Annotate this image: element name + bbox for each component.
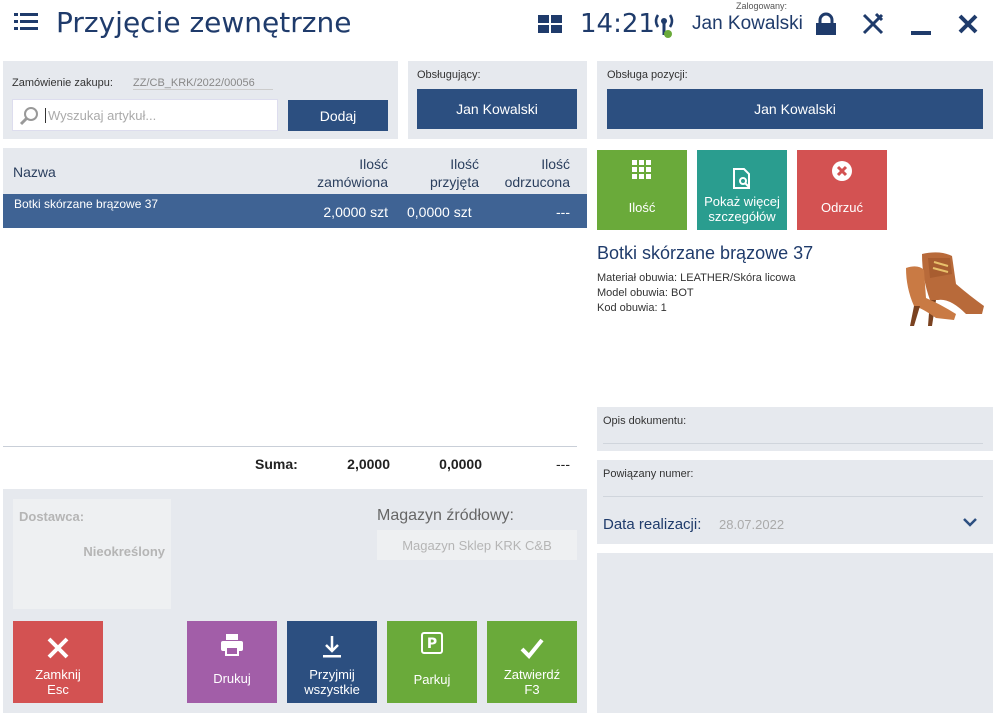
- quantity-label: Ilość: [628, 199, 656, 215]
- confirm-button[interactable]: Zatwierdź F3: [487, 621, 577, 703]
- handler-label: Obsługujący:: [417, 69, 481, 81]
- logged-user: Jan Kowalski: [692, 13, 803, 34]
- sum-divider: [3, 446, 577, 447]
- col-rejected-header[interactable]: Ilość odrzucona: [486, 155, 570, 191]
- search-input[interactable]: Wyszukaj artykuł...: [12, 99, 278, 131]
- doc-description-field[interactable]: Opis dokumentu:: [597, 407, 993, 451]
- row-rejected: ---: [556, 204, 570, 220]
- order-label: Zamówienie zakupu:: [12, 77, 113, 89]
- reject-label: Odrzuć: [821, 199, 863, 215]
- logged-label: Zalogowany:: [736, 1, 788, 11]
- add-button[interactable]: Dodaj: [288, 100, 388, 131]
- col-received-header[interactable]: Ilość przyjęta: [395, 155, 479, 191]
- accept-all-label1: Przyjmij: [309, 667, 355, 682]
- product-name: Botki skórzane brązowe 37: [597, 243, 814, 263]
- details-label1: Pokaż więcej: [704, 194, 780, 209]
- keypad-icon: [632, 159, 651, 179]
- realization-date-value[interactable]: 28.07.2022: [719, 517, 784, 532]
- park-label: Parkuj: [413, 671, 451, 687]
- source-warehouse-field[interactable]: Magazyn Sklep KRK C&B: [377, 530, 577, 560]
- park-button[interactable]: P Parkuj: [387, 621, 477, 703]
- col-received-line2: przyjęta: [429, 174, 479, 190]
- confirm-label: Zatwierdź: [503, 667, 561, 682]
- close-label: Zamknij: [35, 667, 81, 682]
- col-rejected-line1: Ilość: [541, 156, 570, 172]
- details-label2: szczegółów: [708, 209, 776, 224]
- download-icon: [323, 636, 341, 658]
- source-warehouse-label: Magazyn źródłowy:: [377, 507, 514, 524]
- print-button[interactable]: Drukuj: [187, 621, 277, 703]
- reject-icon: [832, 160, 852, 181]
- row-ordered: 2,0000 szt: [323, 204, 388, 220]
- parking-icon: P: [421, 631, 443, 654]
- printer-icon: [221, 633, 243, 656]
- sum-label: Suma:: [255, 456, 298, 472]
- x-icon: [47, 637, 69, 659]
- tools-icon[interactable]: [861, 12, 887, 38]
- sum-ordered: 2,0000: [347, 456, 390, 472]
- show-details-button[interactable]: Pokaż więcej szczegółów: [697, 150, 787, 230]
- supplier-box[interactable]: Dostawca: Nieokreślony: [13, 499, 171, 609]
- close-key: Esc: [47, 682, 69, 697]
- product-attr-model: Model obuwia: BOT: [597, 287, 694, 299]
- col-rejected-line2: odrzucona: [504, 174, 570, 190]
- empty-panel: [597, 553, 993, 713]
- handler-button[interactable]: Jan Kowalski: [417, 89, 577, 129]
- signal-icon: [652, 11, 676, 39]
- related-number-label: Powiązany numer:: [603, 468, 694, 480]
- position-handler-button[interactable]: Jan Kowalski: [607, 89, 983, 129]
- print-label: Drukuj: [213, 670, 251, 686]
- sum-rejected: ---: [556, 456, 570, 472]
- doc-description-line: [603, 443, 983, 444]
- lock-icon[interactable]: [814, 12, 840, 38]
- col-name-header[interactable]: Nazwa: [13, 164, 56, 180]
- menu-icon[interactable]: [14, 12, 38, 32]
- table-row[interactable]: Botki skórzane brązowe 37 2,0000 szt 0,0…: [3, 194, 587, 228]
- reject-button[interactable]: Odrzuć: [797, 150, 887, 230]
- confirm-key: F3: [524, 682, 540, 697]
- col-ordered-line2: zamówiona: [317, 174, 388, 190]
- search-placeholder: Wyszukaj artykuł...: [45, 108, 156, 123]
- product-attr-material: Materiał obuwia: LEATHER/Skóra licowa: [597, 272, 796, 284]
- grid-icon[interactable]: [538, 15, 562, 33]
- supplier-value: Nieokreślony: [83, 544, 165, 559]
- doc-description-label: Opis dokumentu:: [603, 415, 687, 427]
- product-attributes: Materiał obuwia: LEATHER/Skóra licowa Mo…: [597, 271, 795, 316]
- order-number: ZZ/CB_KRK/2022/00056: [133, 77, 273, 90]
- col-ordered-header[interactable]: Ilość zamówiona: [300, 155, 388, 191]
- product-attr-code: Kod obuwia: 1: [597, 302, 667, 314]
- chevron-down-icon[interactable]: [961, 515, 979, 529]
- supplier-label: Dostawca:: [19, 509, 85, 524]
- svg-text:P: P: [427, 636, 437, 652]
- col-received-line1: Ilość: [450, 156, 479, 172]
- quantity-button[interactable]: Ilość: [597, 150, 687, 230]
- accept-all-button[interactable]: Przyjmij wszystkie: [287, 621, 377, 703]
- realization-date-label: Data realizacji:: [603, 516, 702, 533]
- col-ordered-line1: Ilość: [359, 156, 388, 172]
- row-received: 0,0000 szt: [407, 204, 472, 220]
- close-button[interactable]: Zamknij Esc: [13, 621, 103, 703]
- related-number-line: [603, 496, 983, 497]
- position-handler-label: Obsługa pozycji:: [607, 69, 688, 81]
- check-icon: [520, 638, 544, 659]
- search-icon: [19, 106, 39, 131]
- document-search-icon: [733, 168, 750, 189]
- close-icon[interactable]: [956, 12, 982, 38]
- clock: 14:21: [580, 9, 655, 39]
- sum-received: 0,0000: [439, 456, 482, 472]
- accept-all-label2: wszystkie: [304, 682, 360, 697]
- product-image: [900, 248, 988, 328]
- minimize-icon[interactable]: [909, 12, 935, 38]
- page-title: Przyjęcie zewnętrzne: [56, 6, 352, 39]
- row-name: Botki skórzane brązowe 37: [14, 197, 159, 211]
